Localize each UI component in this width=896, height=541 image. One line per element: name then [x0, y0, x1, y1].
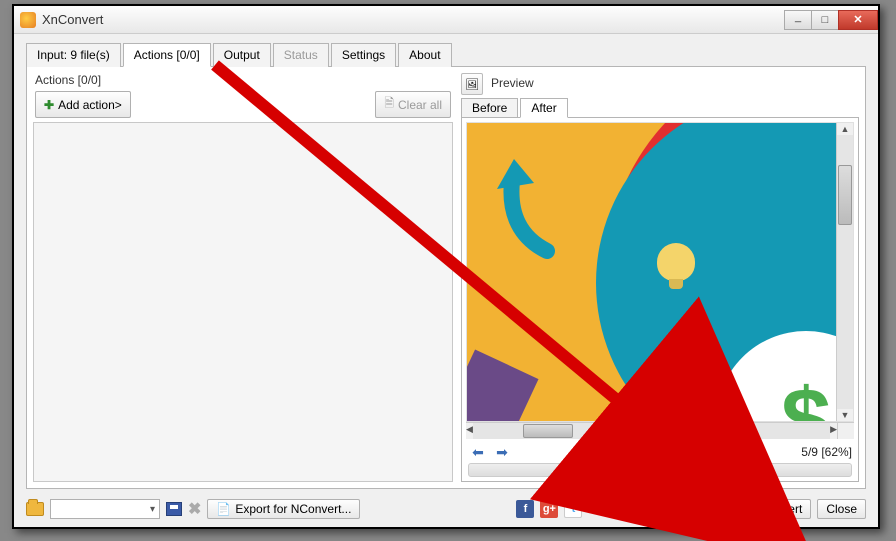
app-window: XnConvert Input: 9 file(s) Actions [0/0]…	[12, 4, 880, 529]
preview-tabs: Before After	[461, 97, 859, 117]
preview-panel: 🖼 Preview Before After $	[461, 73, 859, 482]
app-icon	[20, 12, 36, 28]
actions-panel: Actions [0/0] ✚ Add action> 🗎 Clear all	[33, 73, 453, 482]
main-tabs: Input: 9 file(s) Actions [0/0] Output St…	[26, 42, 866, 67]
zoom-actual-icon[interactable]: 🔍	[636, 443, 656, 461]
preset-dropdown[interactable]	[50, 499, 160, 519]
preview-slider[interactable]	[468, 463, 852, 477]
export-button[interactable]: 📄 Export for NConvert...	[207, 499, 360, 519]
tab-about[interactable]: About	[398, 43, 451, 67]
tab-before[interactable]: Before	[461, 98, 518, 118]
delete-icon[interactable]: ✖	[188, 499, 201, 519]
preview-label: Preview	[489, 76, 534, 90]
close-label: Close	[826, 502, 857, 516]
add-action-label: Add action>	[58, 98, 122, 112]
preview-status: 5/9 [62%]	[801, 445, 852, 459]
tab-actions[interactable]: Actions [0/0]	[123, 43, 211, 67]
zoom-fit-icon[interactable]: ▣	[608, 443, 628, 461]
actions-label: Actions [0/0]	[33, 73, 453, 87]
lightbulb-icon	[657, 243, 695, 281]
zoom-in-icon[interactable]: 🔍+	[580, 443, 600, 461]
actions-tab-body: Actions [0/0] ✚ Add action> 🗎 Clear all	[26, 67, 866, 489]
zoom-out-icon[interactable]: 🔍−	[664, 443, 684, 461]
convert-button[interactable]: Convert	[733, 499, 811, 519]
actions-list-area	[33, 122, 453, 482]
social-links: f g+ t	[516, 500, 582, 518]
convert-label: Convert	[760, 502, 802, 516]
tab-input[interactable]: Input: 9 file(s)	[26, 43, 121, 67]
folder-icon[interactable]	[26, 502, 44, 516]
close-button[interactable]: Close	[817, 499, 866, 519]
googleplus-icon[interactable]: g+	[540, 500, 558, 518]
tab-after[interactable]: After	[520, 98, 567, 118]
preview-area: $ ▲ ▼	[461, 117, 859, 482]
clear-all-label: Clear all	[398, 98, 442, 112]
preview-toolbar: ⬅ ➡ 🔍+ ▣ 🔍 🔍− 5/9 [62%]	[466, 439, 854, 463]
preview-image: $	[467, 123, 836, 421]
add-action-button[interactable]: ✚ Add action>	[35, 91, 131, 118]
twitter-icon[interactable]: t	[564, 500, 582, 518]
preview-mode-button[interactable]: 🖼	[461, 73, 483, 95]
minimize-button[interactable]	[784, 10, 812, 30]
facebook-icon[interactable]: f	[516, 500, 534, 518]
tab-output[interactable]: Output	[213, 43, 271, 67]
tab-settings[interactable]: Settings	[331, 43, 396, 67]
window-buttons	[785, 10, 878, 30]
bottom-bar: ✖ 📄 Export for NConvert... f g+ t Conver…	[26, 499, 866, 519]
horizontal-scrollbar[interactable]: ◀ ▶	[466, 422, 837, 439]
clear-all-button[interactable]: 🗎 Clear all	[375, 91, 451, 118]
tab-status[interactable]: Status	[273, 43, 329, 67]
export-icon: 📄	[216, 502, 231, 516]
prev-image-button[interactable]: ⬅	[468, 443, 488, 461]
export-label: Export for NConvert...	[235, 502, 351, 516]
clear-icon: 🗎	[384, 94, 394, 115]
maximize-button[interactable]	[811, 10, 839, 30]
window-title: XnConvert	[42, 12, 785, 27]
plus-icon: ✚	[44, 98, 54, 112]
vertical-scrollbar[interactable]: ▲ ▼	[836, 123, 853, 421]
convert-icon	[742, 503, 756, 515]
titlebar[interactable]: XnConvert	[14, 6, 878, 34]
close-window-button[interactable]	[838, 10, 878, 30]
next-image-button[interactable]: ➡	[492, 443, 512, 461]
save-icon[interactable]	[166, 502, 182, 516]
